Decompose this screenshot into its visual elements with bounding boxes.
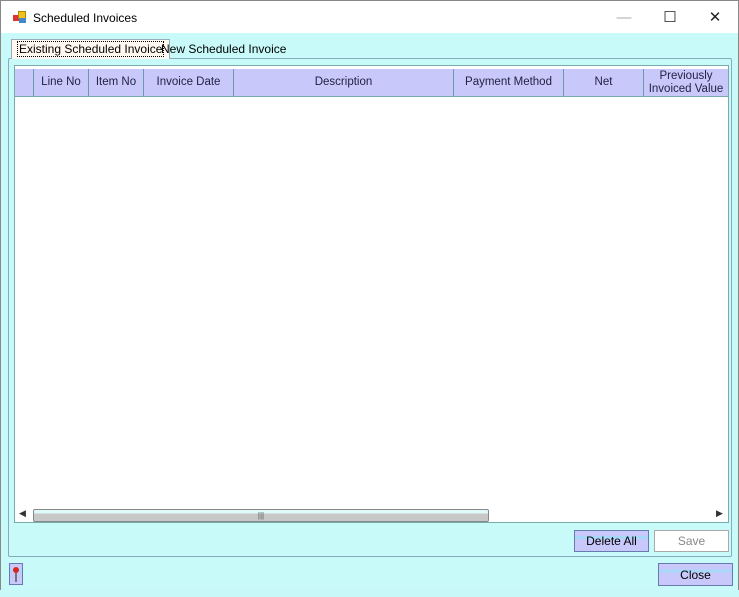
column-header-net[interactable]: Net xyxy=(564,69,644,96)
pin-button[interactable] xyxy=(9,563,23,585)
row-header-corner xyxy=(15,69,34,96)
tab-new-scheduled-invoice[interactable]: New Scheduled Invoice xyxy=(156,40,291,59)
app-icon xyxy=(13,11,27,24)
horizontal-scrollbar[interactable]: ◀ ||| ▶ xyxy=(19,507,725,523)
grid-header: Line No Item No Invoice Date Description… xyxy=(15,69,728,97)
column-header-previously-invoiced-value[interactable]: Previously Invoiced Value xyxy=(644,69,728,96)
column-header-invoice-date[interactable]: Invoice Date xyxy=(144,69,234,96)
scroll-thumb[interactable]: ||| xyxy=(33,509,489,522)
close-button[interactable]: Close xyxy=(658,563,733,586)
delete-all-button[interactable]: Delete All xyxy=(574,530,649,552)
column-header-description[interactable]: Description xyxy=(234,69,454,96)
column-header-payment-method[interactable]: Payment Method xyxy=(454,69,564,96)
minimize-button[interactable]: — xyxy=(601,5,647,31)
scroll-left-arrow-icon[interactable]: ◀ xyxy=(19,508,26,519)
maximize-button[interactable]: ☐ xyxy=(647,5,693,31)
save-button[interactable]: Save xyxy=(654,530,729,552)
title-bar: Scheduled Invoices — ☐ ✕ xyxy=(0,0,739,33)
scroll-right-arrow-icon[interactable]: ▶ xyxy=(716,508,723,519)
invoices-grid[interactable]: Line No Item No Invoice Date Description… xyxy=(14,65,729,523)
column-header-item-no[interactable]: Item No xyxy=(89,69,144,96)
column-header-line-no[interactable]: Line No xyxy=(34,69,89,96)
window-title: Scheduled Invoices xyxy=(33,11,138,25)
tab-label: Existing Scheduled Invoice xyxy=(17,41,165,57)
tab-existing-scheduled-invoice[interactable]: Existing Scheduled Invoice xyxy=(11,39,171,59)
close-window-button[interactable]: ✕ xyxy=(692,5,738,31)
